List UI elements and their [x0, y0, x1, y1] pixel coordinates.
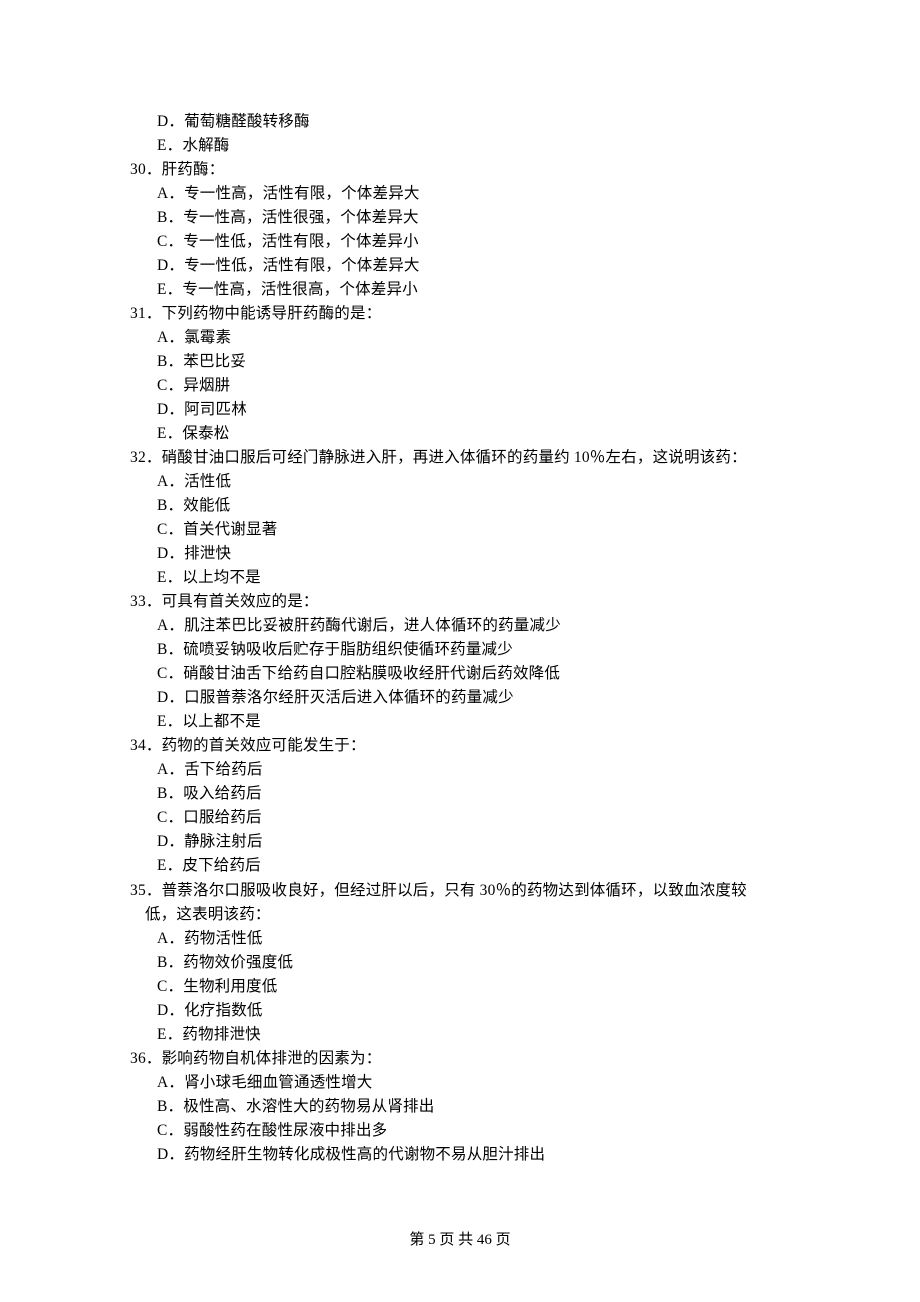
option-text: B．药物效价强度低	[130, 951, 790, 975]
option-text: A．活性低	[130, 470, 790, 494]
option-text: E．专一性高，活性很高，个体差异小	[130, 278, 790, 302]
question-stem: 36．影响药物自机体排泄的因素为：	[130, 1047, 790, 1071]
question-number: 35．	[130, 882, 162, 899]
option-text: E．以上均不是	[130, 566, 790, 590]
question-number: 34．	[130, 737, 162, 754]
option-text: B．专一性高，活性很强，个体差异大	[130, 206, 790, 230]
option-text: D．口服普萘洛尔经肝灭活后进入体循环的药量减少	[130, 686, 790, 710]
option-text: B．吸入给药后	[130, 782, 790, 806]
question-stem: 34．药物的首关效应可能发生于：	[130, 734, 790, 758]
option-text: E．以上都不是	[130, 710, 790, 734]
option-text: A．专一性高，活性有限，个体差异大	[130, 182, 790, 206]
option-text: E．水解酶	[130, 134, 790, 158]
option-text: B．效能低	[130, 494, 790, 518]
footer-middle: 页 共	[436, 1232, 477, 1248]
stem-text: 影响药物自机体排泄的因素为：	[162, 1050, 382, 1067]
option-text: C．生物利用度低	[130, 975, 790, 999]
page-container: D．葡萄糖醛酸转移酶 E．水解酶 30．肝药酶： A．专一性高，活性有限，个体差…	[0, 0, 920, 1302]
stem-text: 可具有首关效应的是：	[162, 593, 319, 610]
option-text: E．药物排泄快	[130, 1023, 790, 1047]
question-stem: 31．下列药物中能诱导肝药酶的是：	[130, 302, 790, 326]
question-stem: 30．肝药酶：	[130, 158, 790, 182]
footer-suffix: 页	[492, 1232, 511, 1248]
content-area: D．葡萄糖醛酸转移酶 E．水解酶 30．肝药酶： A．专一性高，活性有限，个体差…	[130, 110, 790, 1167]
option-text: C．口服给药后	[130, 806, 790, 830]
option-text: D．专一性低，活性有限，个体差异大	[130, 254, 790, 278]
option-text: B．硫喷妥钠吸收后贮存于脂肪组织使循环药量减少	[130, 638, 790, 662]
option-text: D．阿司匹林	[130, 398, 790, 422]
question-number: 30．	[130, 161, 162, 178]
option-text: C．弱酸性药在酸性尿液中排出多	[130, 1119, 790, 1143]
option-text: C．硝酸甘油舌下给药自口腔粘膜吸收经肝代谢后药效降低	[130, 662, 790, 686]
stem-continuation: 低，这表明该药：	[130, 903, 790, 927]
option-text: D．化疗指数低	[130, 999, 790, 1023]
question-number: 36．	[130, 1050, 162, 1067]
option-text: D．葡萄糖醛酸转移酶	[130, 110, 790, 134]
footer-prefix: 第	[409, 1232, 428, 1248]
question-number: 31．	[130, 305, 162, 322]
option-text: C．专一性低，活性有限，个体差异小	[130, 230, 790, 254]
option-text: A．舌下给药后	[130, 758, 790, 782]
option-text: E．保泰松	[130, 422, 790, 446]
option-text: B．苯巴比妥	[130, 350, 790, 374]
total-pages: 46	[477, 1232, 492, 1248]
question-stem: 33．可具有首关效应的是：	[130, 590, 790, 614]
option-text: B．极性高、水溶性大的药物易从肾排出	[130, 1095, 790, 1119]
option-text: A．肾小球毛细血管通透性增大	[130, 1071, 790, 1095]
question-stem: 32．硝酸甘油口服后可经门静脉进入肝，再进入体循环的药量约 10％左右，这说明该…	[130, 446, 790, 470]
option-text: A．氯霉素	[130, 326, 790, 350]
option-text: C．异烟肼	[130, 374, 790, 398]
option-text: A．药物活性低	[130, 927, 790, 951]
stem-text: 肝药酶：	[162, 161, 225, 178]
option-text: D．排泄快	[130, 542, 790, 566]
stem-text: 下列药物中能诱导肝药酶的是：	[162, 305, 382, 322]
option-text: D．静脉注射后	[130, 830, 790, 854]
stem-text: 药物的首关效应可能发生于：	[162, 737, 366, 754]
page-footer: 第 5 页 共 46 页	[0, 1229, 920, 1252]
question-number: 32．	[130, 449, 162, 466]
stem-text: 普萘洛尔口服吸收良好，但经过肝以后，只有 30％的药物达到体循环，以致血浓度较	[162, 882, 747, 899]
option-text: A．肌注苯巴比妥被肝药酶代谢后，进人体循环的药量减少	[130, 614, 790, 638]
question-number: 33．	[130, 593, 162, 610]
page-number: 5	[428, 1232, 436, 1248]
option-text: E．皮下给药后	[130, 854, 790, 878]
option-text: D．药物经肝生物转化成极性高的代谢物不易从胆汁排出	[130, 1143, 790, 1167]
question-stem: 35．普萘洛尔口服吸收良好，但经过肝以后，只有 30％的药物达到体循环，以致血浓…	[130, 879, 790, 903]
stem-text: 硝酸甘油口服后可经门静脉进入肝，再进入体循环的药量约 10％左右，这说明该药：	[162, 449, 747, 466]
option-text: C．首关代谢显著	[130, 518, 790, 542]
